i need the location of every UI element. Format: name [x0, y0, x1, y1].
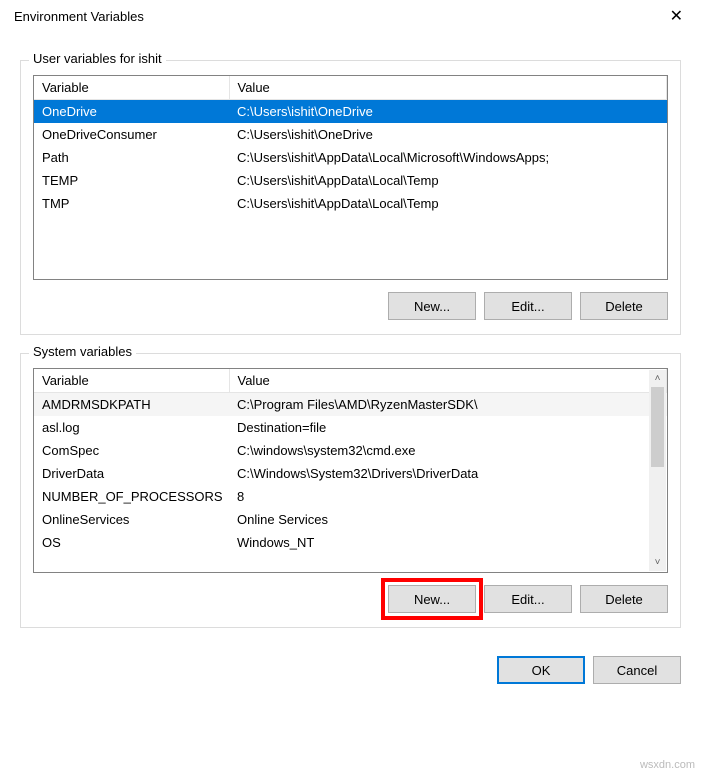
- var-name: Path: [34, 146, 229, 169]
- ok-button[interactable]: OK: [497, 656, 585, 684]
- user-delete-button[interactable]: Delete: [580, 292, 668, 320]
- var-value: 8: [229, 485, 667, 508]
- system-delete-button[interactable]: Delete: [580, 585, 668, 613]
- var-name: OnlineServices: [34, 508, 229, 531]
- var-name: TMP: [34, 192, 229, 215]
- scroll-thumb[interactable]: [651, 387, 664, 467]
- user-col-variable[interactable]: Variable: [34, 76, 229, 100]
- user-variables-table[interactable]: Variable Value OneDrive C:\Users\ishit\O…: [33, 75, 668, 280]
- scroll-track[interactable]: [649, 467, 666, 554]
- dialog-content: User variables for ishit Variable Value …: [0, 32, 701, 704]
- var-name: AMDRMSDKPATH: [34, 393, 229, 417]
- var-value: C:\Users\ishit\AppData\Local\Temp: [229, 169, 667, 192]
- watermark: wsxdn.com: [640, 759, 695, 771]
- table-row[interactable]: DriverData C:\Windows\System32\Drivers\D…: [34, 462, 667, 485]
- var-value: Online Services: [229, 508, 667, 531]
- scrollbar[interactable]: ˄ ˅: [649, 370, 666, 571]
- var-value: C:\Users\ishit\OneDrive: [229, 100, 667, 124]
- var-value: C:\Program Files\AMD\RyzenMasterSDK\: [229, 393, 667, 417]
- var-value: C:\Windows\System32\Drivers\DriverData: [229, 462, 667, 485]
- user-variables-group: User variables for ishit Variable Value …: [20, 60, 681, 335]
- var-name: NUMBER_OF_PROCESSORS: [34, 485, 229, 508]
- var-value: C:\windows\system32\cmd.exe: [229, 439, 667, 462]
- sys-col-variable[interactable]: Variable: [34, 369, 229, 393]
- var-value: Destination=file: [229, 416, 667, 439]
- user-variables-label: User variables for ishit: [29, 51, 166, 66]
- close-icon[interactable]: ✕: [664, 6, 689, 26]
- table-row[interactable]: OnlineServices Online Services: [34, 508, 667, 531]
- table-row[interactable]: TMP C:\Users\ishit\AppData\Local\Temp: [34, 192, 667, 215]
- var-value: C:\Users\ishit\AppData\Local\Microsoft\W…: [229, 146, 667, 169]
- var-value: C:\Users\ishit\OneDrive: [229, 123, 667, 146]
- table-row[interactable]: OneDrive C:\Users\ishit\OneDrive: [34, 100, 667, 124]
- table-row[interactable]: OneDriveConsumer C:\Users\ishit\OneDrive: [34, 123, 667, 146]
- table-row[interactable]: OS Windows_NT: [34, 531, 667, 554]
- scroll-down-icon[interactable]: ˅: [649, 554, 666, 571]
- table-row[interactable]: AMDRMSDKPATH C:\Program Files\AMD\RyzenM…: [34, 393, 667, 417]
- var-name: OneDriveConsumer: [34, 123, 229, 146]
- dialog-footer: OK Cancel: [20, 656, 681, 684]
- system-variables-label: System variables: [29, 344, 136, 359]
- scroll-up-icon[interactable]: ˄: [649, 370, 666, 387]
- var-name: ComSpec: [34, 439, 229, 462]
- var-name: asl.log: [34, 416, 229, 439]
- sys-col-value[interactable]: Value: [229, 369, 667, 393]
- system-new-button[interactable]: New...: [388, 585, 476, 613]
- window-title: Environment Variables: [14, 9, 144, 24]
- system-variables-table[interactable]: Variable Value AMDRMSDKPATH C:\Program F…: [33, 368, 668, 573]
- user-edit-button[interactable]: Edit...: [484, 292, 572, 320]
- var-value: C:\Users\ishit\AppData\Local\Temp: [229, 192, 667, 215]
- table-row[interactable]: NUMBER_OF_PROCESSORS 8: [34, 485, 667, 508]
- cancel-button[interactable]: Cancel: [593, 656, 681, 684]
- user-col-value[interactable]: Value: [229, 76, 667, 100]
- var-name: OS: [34, 531, 229, 554]
- system-variables-group: System variables Variable Value AMDRMSDK…: [20, 353, 681, 628]
- user-new-button[interactable]: New...: [388, 292, 476, 320]
- table-row[interactable]: TEMP C:\Users\ishit\AppData\Local\Temp: [34, 169, 667, 192]
- var-name: TEMP: [34, 169, 229, 192]
- table-row[interactable]: ComSpec C:\windows\system32\cmd.exe: [34, 439, 667, 462]
- var-name: DriverData: [34, 462, 229, 485]
- titlebar: Environment Variables ✕: [0, 0, 701, 32]
- system-buttons: New... Edit... Delete: [33, 585, 668, 613]
- user-buttons: New... Edit... Delete: [33, 292, 668, 320]
- table-row[interactable]: asl.log Destination=file: [34, 416, 667, 439]
- table-row[interactable]: Path C:\Users\ishit\AppData\Local\Micros…: [34, 146, 667, 169]
- var-value: Windows_NT: [229, 531, 667, 554]
- var-name: OneDrive: [34, 100, 229, 124]
- system-edit-button[interactable]: Edit...: [484, 585, 572, 613]
